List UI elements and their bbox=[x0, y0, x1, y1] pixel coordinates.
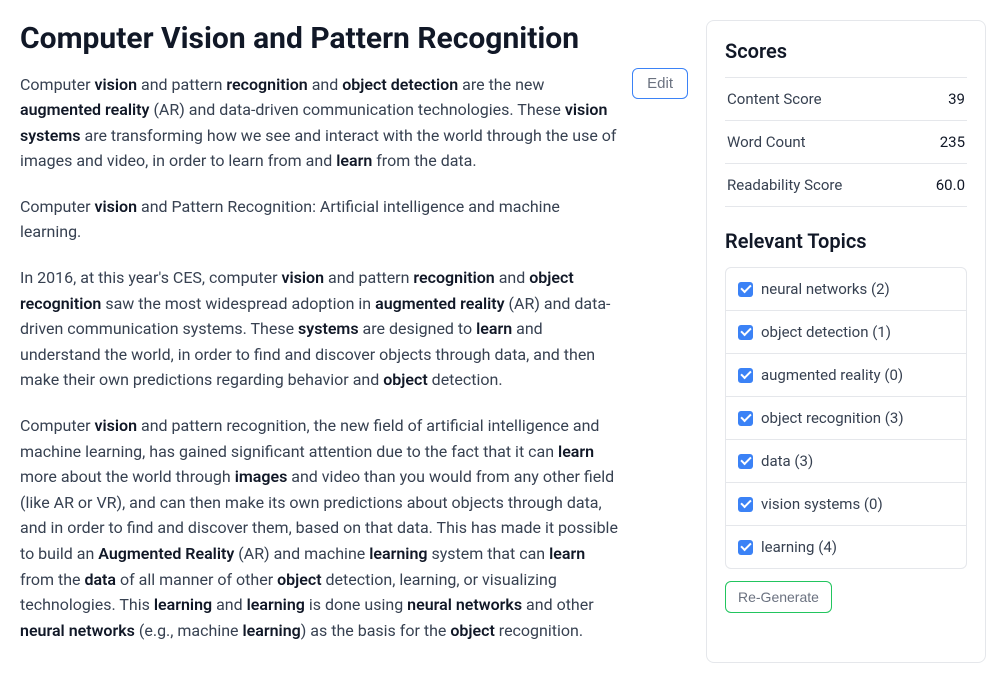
topic-checkbox[interactable] bbox=[738, 454, 753, 469]
topic-checkbox[interactable] bbox=[738, 282, 753, 297]
main-column: Computer Vision and Pattern Recognition … bbox=[20, 20, 688, 663]
topic-label: learning (4) bbox=[761, 538, 837, 556]
scores-heading: Scores bbox=[725, 39, 967, 63]
topics-heading: Relevant Topics bbox=[725, 229, 967, 253]
topic-checkbox[interactable] bbox=[738, 540, 753, 555]
topic-label: object detection (1) bbox=[761, 323, 891, 341]
score-value: 235 bbox=[940, 133, 965, 151]
topic-checkbox[interactable] bbox=[738, 368, 753, 383]
topics-list: neural networks (2) object detection (1) a… bbox=[725, 267, 967, 569]
topic-checkbox[interactable] bbox=[738, 411, 753, 426]
article-content: Computer vision and pattern recognition … bbox=[20, 72, 620, 644]
scores-list: Content Score 39 Word Count 235 Readability … bbox=[725, 77, 967, 207]
topic-item: neural networks (2) bbox=[726, 268, 966, 311]
topic-item: object recognition (3) bbox=[726, 397, 966, 440]
score-label: Word Count bbox=[727, 133, 806, 151]
topic-item: object detection (1) bbox=[726, 311, 966, 354]
topic-label: object recognition (3) bbox=[761, 409, 904, 427]
topic-label: vision systems (0) bbox=[761, 495, 883, 513]
score-value: 60.0 bbox=[936, 176, 965, 194]
topic-checkbox[interactable] bbox=[738, 497, 753, 512]
score-label: Content Score bbox=[727, 90, 822, 108]
edit-button[interactable]: Edit bbox=[632, 68, 688, 99]
article-paragraph: Computer vision and pattern recognition … bbox=[20, 72, 620, 174]
score-row: Readability Score 60.0 bbox=[725, 164, 967, 207]
score-label: Readability Score bbox=[727, 176, 842, 194]
topic-checkbox[interactable] bbox=[738, 325, 753, 340]
topic-label: neural networks (2) bbox=[761, 280, 890, 298]
topic-item: data (3) bbox=[726, 440, 966, 483]
topic-item: vision systems (0) bbox=[726, 483, 966, 526]
article-paragraph: In 2016, at this year's CES, computer vi… bbox=[20, 265, 620, 393]
topic-item: learning (4) bbox=[726, 526, 966, 568]
score-row: Word Count 235 bbox=[725, 121, 967, 164]
topic-label: data (3) bbox=[761, 452, 813, 470]
score-row: Content Score 39 bbox=[725, 77, 967, 121]
regenerate-button[interactable]: Re-Generate bbox=[725, 581, 832, 613]
sidebar: Scores Content Score 39 Word Count 235 Reada… bbox=[706, 20, 986, 663]
article-paragraph: Computer vision and Pattern Recognition:… bbox=[20, 194, 620, 245]
topic-item: augmented reality (0) bbox=[726, 354, 966, 397]
page-title: Computer Vision and Pattern Recognition bbox=[20, 20, 620, 58]
score-value: 39 bbox=[948, 90, 965, 108]
article-paragraph: Computer vision and pattern recognition,… bbox=[20, 413, 620, 643]
topic-label: augmented reality (0) bbox=[761, 366, 903, 384]
